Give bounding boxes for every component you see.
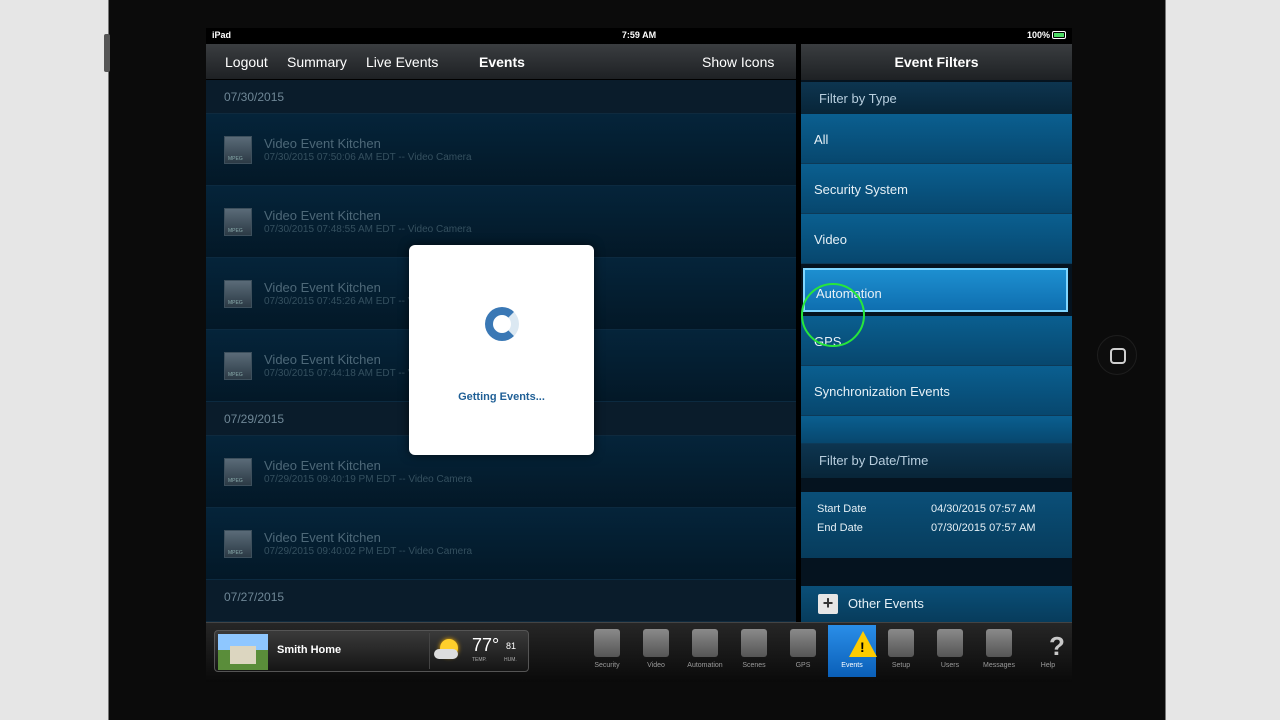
end-date-label: End Date — [817, 522, 863, 534]
shield-icon — [594, 629, 620, 657]
home-name: Smith Home — [277, 644, 342, 656]
tab-setup[interactable]: Setup — [877, 625, 925, 677]
video-camera-icon — [643, 629, 669, 657]
event-row[interactable]: Video Event Kitchen 07/29/2015 09:40:02 … — [206, 508, 796, 580]
tab-automation[interactable]: Automation — [681, 625, 729, 677]
home-button[interactable] — [1097, 335, 1137, 375]
tab-scenes[interactable]: Scenes — [730, 625, 778, 677]
live-events-tab[interactable]: Live Events — [366, 54, 438, 70]
plus-icon: + — [818, 594, 838, 614]
users-icon — [937, 629, 963, 657]
date-range[interactable]: Start Date 04/30/2015 07:57 AM End Date … — [801, 492, 1072, 558]
video-camera-icon — [224, 530, 252, 558]
top-nav: Logout Summary Live Events Events Show I… — [206, 44, 796, 80]
event-detail: 07/29/2015 09:40:02 PM EDT -- Video Came… — [264, 546, 473, 557]
loading-message: Getting Events... — [458, 391, 545, 403]
event-title: Video Event Kitchen — [264, 280, 381, 295]
house-photo — [218, 634, 268, 670]
other-events-label: Other Events — [848, 596, 924, 611]
video-camera-icon — [224, 280, 252, 308]
tab-users[interactable]: Users — [926, 625, 974, 677]
event-title: Video Event Kitchen — [264, 458, 381, 473]
filter-by-type-header: Filter by Type — [801, 82, 1072, 114]
temperature: 77° — [472, 635, 500, 655]
event-detail: 07/29/2015 09:40:19 PM EDT -- Video Came… — [264, 474, 473, 485]
filter-all[interactable]: All — [801, 114, 1072, 164]
summary-tab[interactable]: Summary — [287, 54, 347, 70]
tab-help[interactable]: ? Help — [1024, 625, 1072, 677]
tab-messages[interactable]: Messages — [975, 625, 1023, 677]
show-icons-button[interactable]: Show Icons — [702, 54, 774, 70]
date-header: 07/27/2015 — [206, 580, 796, 622]
temp-label: TEMP. — [472, 657, 487, 663]
event-filters-panel: Event Filters Filter by Type All Securit… — [801, 44, 1072, 622]
battery-icon — [1052, 31, 1066, 39]
loading-spinner-icon — [485, 307, 519, 341]
events-title: Events — [479, 54, 525, 70]
status-bar: iPad 7:59 AM 100% — [206, 28, 1072, 44]
tab-gps[interactable]: GPS — [779, 625, 827, 677]
gps-icon — [790, 629, 816, 657]
filter-synchronization-events[interactable]: Synchronization Events — [801, 366, 1072, 416]
filter-security-system[interactable]: Security System — [801, 164, 1072, 214]
filter-by-date-header: Filter by Date/Time — [801, 444, 1072, 478]
cloud-icon — [434, 649, 458, 659]
filters-title: Event Filters — [801, 44, 1072, 80]
home-widget[interactable]: Smith Home 77° 81 TEMP. HUM. — [214, 630, 529, 672]
events-pane: Logout Summary Live Events Events Show I… — [206, 44, 796, 622]
humidity: 81 — [506, 641, 517, 651]
filter-video[interactable]: Video — [801, 214, 1072, 264]
tab-events[interactable]: ! Events — [828, 625, 877, 677]
tab-security[interactable]: Security — [583, 625, 631, 677]
mute-switch — [104, 34, 110, 72]
event-title: Video Event Kitchen — [264, 136, 381, 151]
magic-wand-icon — [741, 629, 767, 657]
tab-video[interactable]: Video — [632, 625, 680, 677]
light-switch-icon — [692, 629, 718, 657]
gear-icon — [888, 629, 914, 657]
event-row[interactable]: Video Event Kitchen 07/30/2015 07:50:06 … — [206, 114, 796, 186]
video-camera-icon — [224, 208, 252, 236]
logout-button[interactable]: Logout — [225, 54, 268, 70]
video-camera-icon — [224, 136, 252, 164]
question-mark-icon: ? — [1049, 631, 1065, 661]
event-detail: 07/30/2015 07:48:55 AM EDT -- Video Came… — [264, 224, 472, 235]
humidity-label: HUM. — [504, 657, 517, 663]
end-date-value[interactable]: 07/30/2015 07:57 AM — [931, 522, 1036, 534]
event-title: Video Event Kitchen — [264, 208, 381, 223]
weather-widget: 77° 81 TEMP. HUM. — [429, 633, 526, 669]
envelope-icon — [986, 629, 1012, 657]
battery-percent: 100% — [1026, 30, 1050, 40]
filter-list-spacer — [801, 416, 1072, 444]
clock: 7:59 AM — [621, 30, 657, 40]
date-header: 07/30/2015 — [206, 80, 796, 114]
start-date-value[interactable]: 04/30/2015 07:57 AM — [931, 503, 1036, 515]
event-detail: 07/30/2015 07:50:06 AM EDT -- Video Came… — [264, 152, 472, 163]
video-camera-icon — [224, 352, 252, 380]
highlight-ring — [801, 283, 865, 347]
event-title: Video Event Kitchen — [264, 352, 381, 367]
event-title: Video Event Kitchen — [264, 530, 381, 545]
home-square-icon — [1110, 348, 1126, 364]
loading-dialog: Getting Events... — [409, 245, 594, 455]
warning-icon: ! — [849, 631, 877, 657]
start-date-label: Start Date — [817, 503, 867, 515]
bottom-toolbar: Smith Home 77° 81 TEMP. HUM. Security Vi… — [206, 622, 1072, 682]
other-events-button[interactable]: + Other Events — [801, 586, 1072, 622]
video-camera-icon — [224, 458, 252, 486]
app-screen: iPad 7:59 AM 100% Logout Summary Live Ev… — [206, 28, 1072, 682]
